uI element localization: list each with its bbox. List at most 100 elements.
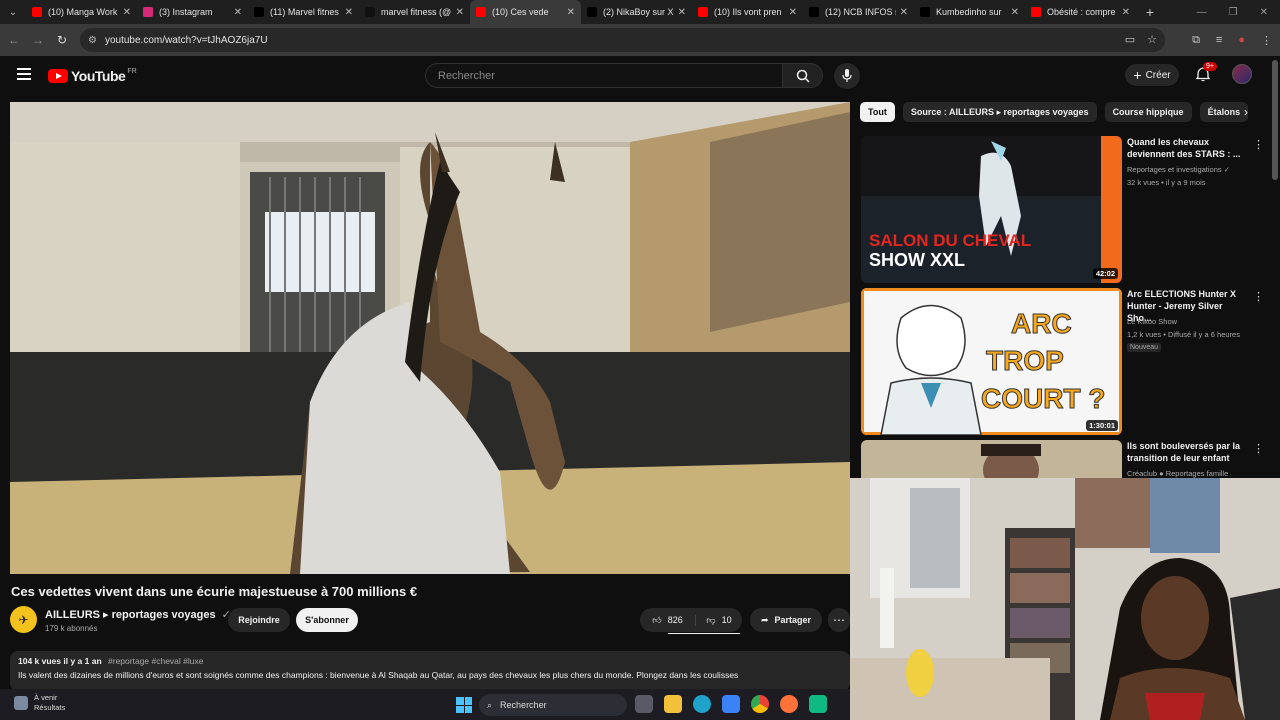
browser-menu-icon[interactable]: ⋮ — [1261, 34, 1272, 47]
filter-chip[interactable]: Tout — [860, 102, 895, 122]
video-thumbnail[interactable]: SALON DU CHEVAL SHOW XXL 42:02 — [861, 136, 1122, 283]
video-duration: 1:30:01 — [1086, 420, 1118, 431]
close-window-icon[interactable]: ✕ — [1260, 7, 1268, 18]
chevron-right-icon[interactable]: › — [1238, 104, 1254, 120]
media-controls-icon[interactable]: ≡ — [1216, 34, 1222, 46]
forward-icon[interactable]: → — [26, 33, 50, 47]
close-tab-icon[interactable]: ✕ — [1122, 7, 1130, 18]
tab-search-dropdown[interactable]: ⌄ — [0, 0, 26, 24]
app-icon[interactable] — [809, 695, 827, 713]
chrome-icon[interactable] — [751, 695, 769, 713]
thumb-line2: TROP — [986, 345, 1064, 376]
rec-channel[interactable]: Le Kikoo Show — [1127, 317, 1177, 326]
browser-tab[interactable]: Kumbedinho sur ✕ — [914, 0, 1025, 24]
extensions-icon[interactable]: ⧉ — [1192, 34, 1200, 47]
browser-tab[interactable]: marvel fitness (@ ✕ — [359, 0, 470, 24]
store-icon[interactable] — [722, 695, 740, 713]
video-frame-horse — [10, 102, 850, 574]
recommendation-item[interactable]: SALON DU CHEVAL SHOW XXL 42:02 Quand les… — [861, 136, 1264, 284]
maximize-icon[interactable]: ❐ — [1229, 7, 1238, 18]
thumbnail-image: SALON DU CHEVAL SHOW XXL — [861, 136, 1122, 283]
reload-icon[interactable]: ↻ — [50, 33, 74, 47]
new-tab-button[interactable]: + — [1140, 4, 1160, 20]
recommendation-item[interactable]: ARC TROP COURT ? 1:30:01 Arc ELECTIONS H… — [861, 288, 1264, 436]
share-button[interactable]: ➦ Partager — [750, 608, 822, 632]
like-dislike-bar: 👍︎ 826 👎︎ 10 — [640, 608, 742, 632]
browser-tab[interactable]: Obésité : compre ✕ — [1025, 0, 1136, 24]
like-button[interactable]: 👍︎ 826 — [640, 614, 696, 626]
filter-chip[interactable]: Course hippique — [1104, 102, 1192, 122]
dislike-button[interactable]: 👎︎ 10 — [696, 615, 742, 626]
description-box[interactable]: 104 k vues il y a 1 an #reportage #cheva… — [10, 651, 850, 691]
browser-tab[interactable]: (11) Marvel fitnes ✕ — [248, 0, 359, 24]
search-button[interactable] — [783, 63, 823, 88]
filter-chip[interactable]: Source : AILLEURS ▸ reportages voyages — [902, 102, 1097, 122]
youtube-logo[interactable]: YouTube FR — [48, 68, 137, 84]
close-tab-icon[interactable]: ✕ — [1011, 7, 1019, 18]
join-button[interactable]: Rejoindre — [228, 608, 290, 632]
account-avatar[interactable] — [1232, 64, 1252, 84]
browser-tab[interactable]: (10) Ces vede ✕ — [470, 0, 581, 24]
close-tab-icon[interactable]: ✕ — [789, 7, 797, 18]
url-field[interactable]: ⚙ youtube.com/watch?v=tJhAOZ6ja7U ▭ ☆ — [80, 28, 1165, 52]
like-ratio-bar — [668, 633, 740, 634]
weather-widget[interactable]: À venir Résultats — [14, 693, 65, 713]
page-scrollbar[interactable] — [1272, 60, 1278, 180]
video-title: Ces vedettes vivent dans une écurie maje… — [11, 584, 418, 599]
hashtags[interactable]: #reportage #cheval #luxe — [108, 656, 203, 666]
firefox-icon[interactable] — [780, 695, 798, 713]
browser-tab[interactable]: (10) Ils vont pren ✕ — [692, 0, 803, 24]
close-tab-icon[interactable]: ✕ — [900, 7, 908, 18]
youtube-header: YouTube FR Rechercher + Créer 9+ — [0, 56, 1280, 96]
tab-label: Kumbedinho sur — [936, 7, 1002, 17]
close-tab-icon[interactable]: ✕ — [345, 7, 353, 18]
filter-chips: Tout Source : AILLEURS ▸ reportages voyag… — [860, 102, 1260, 122]
close-tab-icon[interactable]: ✕ — [567, 7, 575, 18]
browser-tab[interactable]: (2) NikaBoy sur X ✕ — [581, 0, 692, 24]
subscribe-button[interactable]: S'abonner — [296, 608, 358, 632]
rec-title[interactable]: Quand les chevaux deviennent des STARS :… — [1127, 136, 1243, 160]
close-tab-icon[interactable]: ✕ — [234, 7, 242, 18]
browser-tab[interactable]: (10) Manga Work ✕ — [26, 0, 137, 24]
profile-icon[interactable]: ● — [1238, 34, 1245, 46]
youtube-icon — [32, 7, 42, 17]
cast-icon[interactable]: ▭ — [1125, 33, 1135, 46]
browser-tab[interactable]: (12) NCB INFOS s ✕ — [803, 0, 914, 24]
create-button[interactable]: + Créer — [1125, 64, 1179, 86]
rec-channel[interactable]: Reportages et investigations ✓ — [1127, 165, 1230, 174]
close-tab-icon[interactable]: ✕ — [123, 7, 131, 18]
video-thumbnail[interactable]: ARC TROP COURT ? 1:30:01 — [861, 288, 1122, 435]
browser-tab[interactable]: (3) Instagram ✕ — [137, 0, 248, 24]
rec-channel[interactable]: Créaclub ● Reportages famille — [1127, 469, 1228, 478]
close-tab-icon[interactable]: ✕ — [678, 7, 686, 18]
close-tab-icon[interactable]: ✕ — [456, 7, 464, 18]
minimize-icon[interactable]: — — [1197, 7, 1207, 18]
task-view-icon[interactable] — [635, 695, 653, 713]
rec-title[interactable]: Ils sont bouleversés par la transition d… — [1127, 440, 1243, 464]
video-thumbnail[interactable] — [861, 440, 1122, 478]
description-text: Ils valent des dizaines de millions d'eu… — [18, 670, 739, 680]
rec-meta: 32 k vues • il y a 9 mois — [1127, 178, 1206, 187]
tab-label: (12) NCB INFOS s — [825, 7, 896, 17]
url-text: youtube.com/watch?v=tJhAOZ6ja7U — [104, 34, 268, 46]
more-options-icon[interactable]: ⋮ — [1253, 442, 1264, 455]
back-icon[interactable]: ← — [2, 33, 26, 47]
site-info-icon[interactable]: ⚙ — [88, 35, 97, 46]
search-input[interactable]: Rechercher — [425, 63, 783, 88]
thumb-line1: SALON DU CHEVAL — [869, 231, 1031, 250]
more-options-icon[interactable]: ⋮ — [1253, 138, 1264, 151]
menu-icon[interactable] — [17, 68, 31, 80]
rec-meta: 1,2 k vues • Diffusé il y a 6 heures — [1127, 330, 1240, 339]
more-actions-button[interactable]: ⋯ — [828, 608, 850, 632]
taskbar-search[interactable]: ⌕ Rechercher — [479, 694, 627, 716]
edge-icon[interactable] — [693, 695, 711, 713]
plus-icon: + — [1133, 67, 1142, 83]
more-options-icon[interactable]: ⋮ — [1253, 290, 1264, 303]
windows-start-icon[interactable] — [456, 697, 472, 713]
channel-name[interactable]: AILLEURS ▸ reportages voyages ✓ — [45, 608, 231, 621]
voice-search-button[interactable] — [834, 63, 860, 89]
channel-avatar[interactable]: ✈ — [10, 606, 37, 633]
bookmark-star-icon[interactable]: ☆ — [1147, 33, 1157, 46]
file-explorer-icon[interactable] — [664, 695, 682, 713]
video-player[interactable] — [10, 102, 850, 574]
